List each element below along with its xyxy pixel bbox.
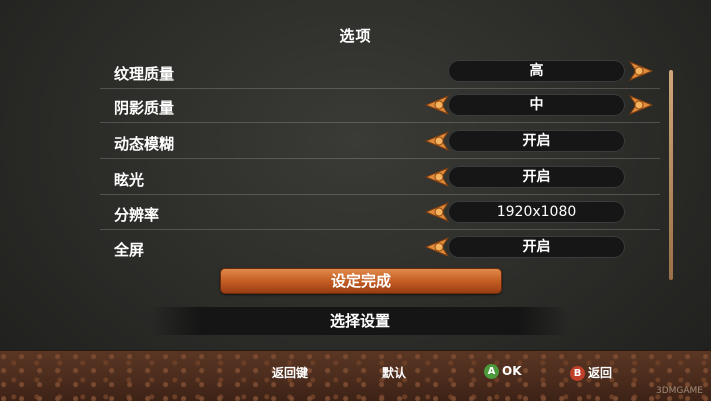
- option-row-motion-blur[interactable]: 动态模糊 开启: [100, 125, 660, 159]
- hint-ok-label: OK: [502, 364, 522, 378]
- row-divider: [100, 158, 660, 159]
- option-row-resolution[interactable]: 分辨率 1920x1080: [100, 196, 660, 230]
- option-label: 眩光: [114, 171, 145, 189]
- row-divider: [100, 229, 660, 230]
- watermark: 3DMGAME: [655, 386, 703, 396]
- arrow-left-icon[interactable]: [424, 129, 450, 153]
- option-row-glare[interactable]: 眩光 开启: [100, 161, 660, 195]
- option-value: 中: [448, 94, 625, 116]
- row-divider: [100, 122, 660, 123]
- option-label: 纹理质量: [114, 65, 175, 83]
- option-value: 开启: [448, 236, 625, 258]
- arrow-left-icon[interactable]: [424, 235, 450, 259]
- hint-ok: A OK: [484, 364, 522, 379]
- arrow-left-icon[interactable]: [424, 93, 450, 117]
- hint-back: B 返回: [570, 364, 612, 381]
- hint-back-key: 返回键: [272, 366, 309, 380]
- row-divider: [100, 194, 660, 195]
- settings-done-button[interactable]: 设定完成: [221, 269, 501, 293]
- option-value: 1920x1080: [448, 201, 625, 223]
- arrow-right-icon[interactable]: [628, 93, 654, 117]
- option-row-texture-quality[interactable]: 纹理质量 高: [100, 55, 660, 89]
- arrow-left-icon[interactable]: [424, 165, 450, 189]
- b-button-icon: B: [570, 366, 585, 381]
- arrow-left-icon[interactable]: [424, 200, 450, 224]
- option-label: 全屏: [114, 241, 145, 259]
- scrollbar-thumb[interactable]: [669, 70, 673, 280]
- option-row-shadow-quality[interactable]: 阴影质量 中: [100, 89, 660, 123]
- option-value: 开启: [448, 130, 625, 152]
- option-label: 动态模糊: [114, 135, 175, 153]
- hint-back-label: 返回: [588, 366, 613, 380]
- option-value: 开启: [448, 166, 625, 188]
- page-title: 选项: [339, 27, 372, 45]
- hint-default: 默认: [382, 366, 407, 380]
- a-button-icon: A: [484, 364, 499, 379]
- option-row-fullscreen[interactable]: 全屏 开启: [100, 231, 660, 265]
- arrow-right-icon[interactable]: [628, 59, 654, 83]
- option-label: 分辨率: [114, 206, 160, 224]
- option-value: 高: [448, 60, 625, 82]
- select-settings-button[interactable]: 选择设置: [150, 307, 570, 335]
- option-label: 阴影质量: [114, 99, 175, 117]
